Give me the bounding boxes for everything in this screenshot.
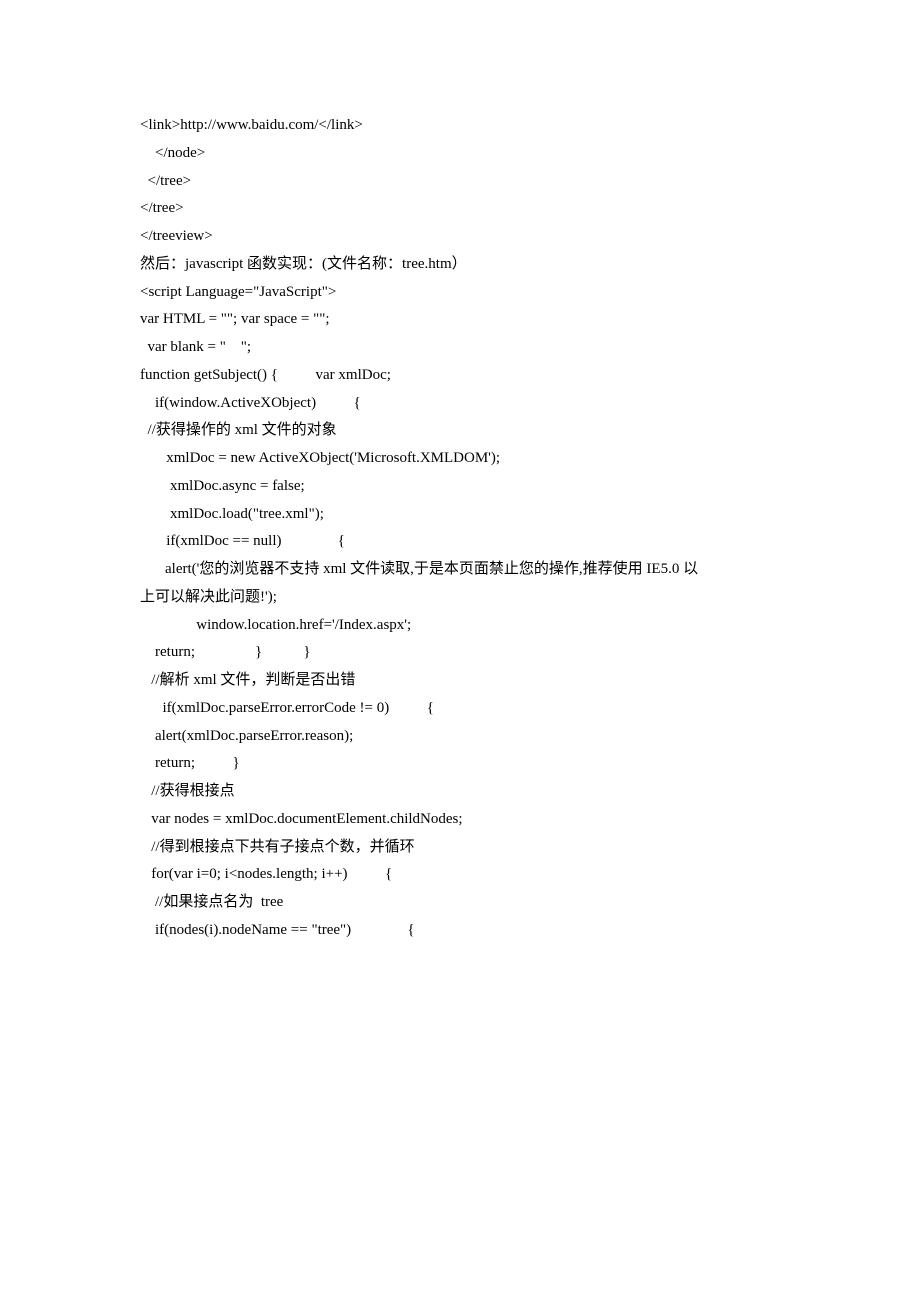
code-line: var nodes = xmlDoc.documentElement.child… [140, 806, 780, 834]
code-line: </tree> [140, 168, 780, 196]
code-line: window.location.href='/Index.aspx'; [140, 612, 780, 640]
code-line: <link>http://www.baidu.com/</link> [140, 112, 780, 140]
code-line: 上可以解决此问题!'); [140, 584, 780, 612]
code-line: //得到根接点下共有子接点个数，并循环 [140, 834, 780, 862]
code-line: <script Language="JavaScript"> [140, 279, 780, 307]
code-line: //获得根接点 [140, 778, 780, 806]
code-line: xmlDoc.load("tree.xml"); [140, 501, 780, 529]
code-line: return; } } [140, 639, 780, 667]
code-line: for(var i=0; i<nodes.length; i++) { [140, 861, 780, 889]
code-line: var HTML = ""; var space = ""; [140, 306, 780, 334]
code-line: if(nodes(i).nodeName == "tree") { [140, 917, 780, 945]
code-line: function getSubject() { var xmlDoc; [140, 362, 780, 390]
code-line: xmlDoc = new ActiveXObject('Microsoft.XM… [140, 445, 780, 473]
code-line: </tree> [140, 195, 780, 223]
code-line: xmlDoc.async = false; [140, 473, 780, 501]
code-line: var blank = " "; [140, 334, 780, 362]
code-line: if(xmlDoc == null) { [140, 528, 780, 556]
code-line: if(xmlDoc.parseError.errorCode != 0) { [140, 695, 780, 723]
code-line: return; } [140, 750, 780, 778]
code-line: if(window.ActiveXObject) { [140, 390, 780, 418]
code-line: //获得操作的 xml 文件的对象 [140, 417, 780, 445]
code-line-wrapped: alert('您的浏览器不支持 xml 文件读取,于是本页面禁止您的操作,推荐使… [135, 556, 780, 584]
code-line: </treeview> [140, 223, 780, 251]
code-line: alert(xmlDoc.parseError.reason); [140, 723, 780, 751]
code-line: 然后：javascript 函数实现：(文件名称：tree.htm） [140, 251, 780, 279]
document-page: <link>http://www.baidu.com/</link> </nod… [0, 0, 920, 945]
code-line: //解析 xml 文件，判断是否出错 [140, 667, 780, 695]
code-line: //如果接点名为 tree [140, 889, 780, 917]
code-line: </node> [140, 140, 780, 168]
